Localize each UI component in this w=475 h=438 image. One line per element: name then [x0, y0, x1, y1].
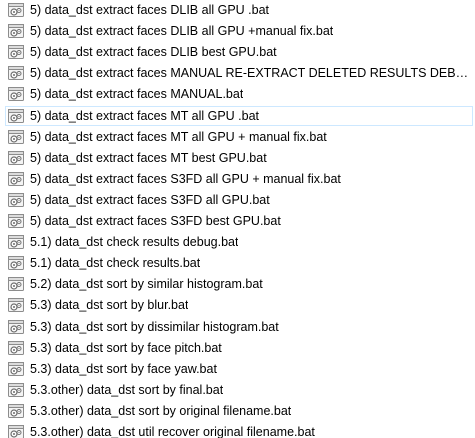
file-name: 5) data_dst extract faces DLIB best GPU.…: [30, 45, 277, 60]
file-list-item[interactable]: 5) data_dst extract faces S3FD best GPU.…: [5, 211, 473, 231]
file-list-item[interactable]: 5) data_dst extract faces S3FD all GPU +…: [5, 169, 473, 189]
file-list-item[interactable]: 5.3) data_dst sort by blur.bat: [5, 295, 473, 315]
batch-file-icon: [8, 86, 24, 102]
file-list-item[interactable]: 5.3.other) data_dst sort by final.bat: [5, 380, 473, 400]
batch-file-icon: [8, 276, 24, 292]
batch-file-icon: [8, 150, 24, 166]
file-name: 5) data_dst extract faces S3FD best GPU.…: [30, 214, 281, 228]
file-name: 5.2) data_dst sort by similar histogram.…: [30, 277, 263, 292]
file-name: 5) data_dst extract faces DLIB all GPU +…: [30, 24, 334, 39]
batch-file-icon: [8, 340, 24, 356]
file-list-item[interactable]: 5.1) data_dst check results.bat: [5, 253, 473, 273]
file-name: 5.3) data_dst sort by face yaw.bat: [30, 361, 217, 376]
file-name: 5) data_dst extract faces MT all GPU .ba…: [30, 108, 260, 123]
file-name: 5) data_dst extract faces S3FD all GPU +…: [30, 171, 341, 186]
batch-file-icon: [8, 23, 24, 39]
file-name: 5) data_dst extract faces MANUAL RE-EXTR…: [30, 66, 472, 81]
file-list-item[interactable]: 5) data_dst extract faces S3FD all GPU.b…: [5, 190, 473, 210]
file-list-item[interactable]: 5) data_dst extract faces DLIB all GPU .…: [5, 0, 473, 20]
file-list-item[interactable]: 5) data_dst extract faces DLIB all GPU +…: [5, 21, 473, 41]
file-name: 5) data_dst extract faces MT best GPU.ba…: [30, 150, 267, 165]
batch-file-icon: [8, 44, 24, 60]
file-name: 5) data_dst extract faces S3FD all GPU.b…: [30, 192, 270, 207]
file-name: 5.1) data_dst check results.bat: [30, 256, 201, 271]
batch-file-icon: [8, 171, 24, 187]
batch-file-icon: [8, 65, 24, 81]
batch-file-icon: [8, 319, 24, 335]
batch-file-icon: [8, 234, 24, 250]
file-list-item[interactable]: 5) data_dst extract faces MANUAL RE-EXTR…: [5, 63, 473, 83]
file-name: 5.3) data_dst sort by blur.bat: [30, 298, 189, 313]
file-list-item[interactable]: 5.3) data_dst sort by face yaw.bat: [5, 359, 473, 379]
batch-file-icon: [8, 2, 24, 18]
file-name: 5) data_dst extract faces DLIB all GPU .…: [30, 3, 270, 17]
batch-file-icon: [8, 213, 24, 229]
file-list-item[interactable]: 5.3.other) data_dst util recover origina…: [5, 422, 473, 438]
file-name: 5.3) data_dst sort by dissimilar histogr…: [30, 319, 279, 334]
file-list: 5) data_dst extract faces DLIB all GPU .…: [0, 0, 475, 438]
file-list-item[interactable]: 5.2) data_dst sort by similar histogram.…: [5, 274, 473, 294]
file-name: 5.3.other) data_dst sort by original fil…: [30, 403, 292, 418]
file-list-item[interactable]: 5.3) data_dst sort by face pitch.bat: [5, 338, 473, 358]
file-list-item[interactable]: 5) data_dst extract faces DLIB best GPU.…: [5, 42, 473, 62]
batch-file-icon: [8, 382, 24, 398]
batch-file-icon: [8, 297, 24, 313]
file-name: 5) data_dst extract faces MT all GPU + m…: [30, 129, 327, 144]
file-list-item[interactable]: 5) data_dst extract faces MT all GPU + m…: [5, 127, 473, 147]
batch-file-icon: [8, 424, 24, 438]
file-list-item[interactable]: 5) data_dst extract faces MT best GPU.ba…: [5, 148, 473, 168]
file-list-item[interactable]: 5.3.other) data_dst sort by original fil…: [5, 401, 473, 421]
batch-file-icon: [8, 361, 24, 377]
file-list-item[interactable]: 5) data_dst extract faces MANUAL.bat: [5, 84, 473, 104]
batch-file-icon: [8, 108, 24, 124]
batch-file-icon: [8, 403, 24, 419]
file-list-item[interactable]: 5.3) data_dst sort by dissimilar histogr…: [5, 317, 473, 337]
file-name: 5) data_dst extract faces MANUAL.bat: [30, 87, 244, 102]
file-name: 5.3.other) data_dst util recover origina…: [30, 425, 315, 438]
file-list-item[interactable]: 5) data_dst extract faces MT all GPU .ba…: [5, 105, 473, 126]
batch-file-icon: [8, 129, 24, 145]
batch-file-icon: [8, 255, 24, 271]
batch-file-icon: [8, 192, 24, 208]
file-name: 5.3.other) data_dst sort by final.bat: [30, 382, 224, 397]
file-name: 5.1) data_dst check results debug.bat: [30, 235, 239, 250]
file-name: 5.3) data_dst sort by face pitch.bat: [30, 340, 222, 355]
file-list-item[interactable]: 5.1) data_dst check results debug.bat: [5, 232, 473, 252]
